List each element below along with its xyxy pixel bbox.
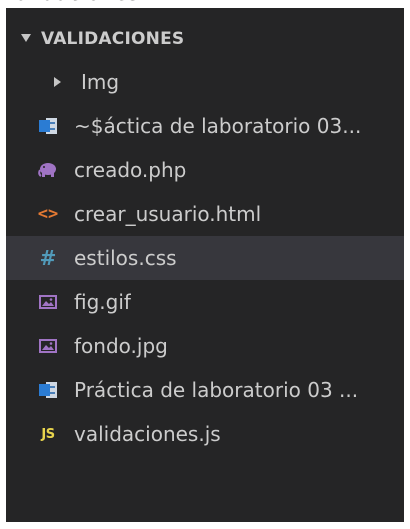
tree-item-label: fondo.jpg	[74, 334, 168, 358]
tree-item-label: ~$áctica de laboratorio 03...	[74, 114, 362, 138]
image-icon	[38, 292, 58, 312]
tree-item-label: Práctica de laboratorio 03 ...	[74, 378, 359, 402]
html-code-icon: <>	[37, 204, 59, 224]
tree-item-creado-php[interactable]: creado.php	[6, 148, 404, 192]
section-title: VALIDACIONES	[41, 29, 185, 49]
php-elephant-icon	[38, 160, 58, 180]
image-icon	[38, 336, 58, 356]
file-explorer-panel: VALIDACIONES Img ~$áctica de laboratorio…	[6, 8, 404, 522]
word-icon	[38, 380, 58, 400]
chevron-down-icon[interactable]	[21, 34, 31, 42]
tree-item-label: estilos.css	[74, 246, 177, 270]
tree-item-label: creado.php	[74, 158, 187, 182]
tree-item-temp-word-file[interactable]: ~$áctica de laboratorio 03...	[6, 104, 404, 148]
js-icon: JS	[41, 426, 55, 442]
tree-item-crear-usuario-html[interactable]: <> crear_usuario.html	[6, 192, 404, 236]
css-hash-icon: #	[39, 246, 57, 270]
tree-item-fondo-jpg[interactable]: fondo.jpg	[6, 324, 404, 368]
explorer-window: Validaciones VALIDACIONES Img ~$áctica d…	[0, 0, 410, 529]
window-title-partial: Validaciones	[0, 0, 410, 8]
explorer-section-header[interactable]: VALIDACIONES	[6, 18, 404, 60]
word-icon	[38, 116, 58, 136]
tree-item-fig-gif[interactable]: fig.gif	[6, 280, 404, 324]
tree-item-label: fig.gif	[74, 290, 131, 314]
tree-item-img-folder[interactable]: Img	[6, 60, 404, 104]
tree-item-practica-word-file[interactable]: Práctica de laboratorio 03 ...	[6, 368, 404, 412]
chevron-right-icon[interactable]	[54, 77, 61, 87]
tree-item-label: validaciones.js	[74, 422, 221, 446]
tree-item-label: crear_usuario.html	[74, 202, 262, 226]
tree-item-estilos-css[interactable]: # estilos.css	[6, 236, 404, 280]
tree-item-label: Img	[81, 70, 120, 94]
tree-item-validaciones-js[interactable]: JS validaciones.js	[6, 412, 404, 456]
